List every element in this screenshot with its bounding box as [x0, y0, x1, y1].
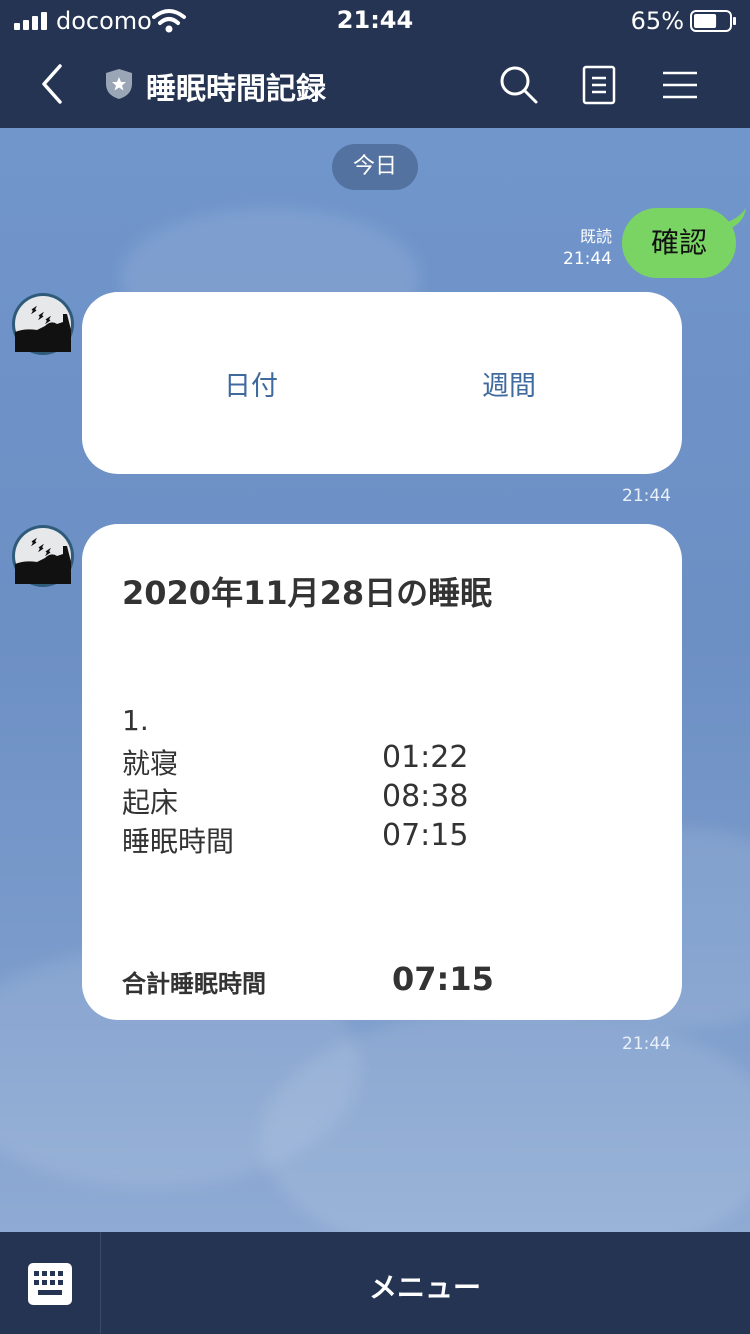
notes-icon[interactable]	[582, 65, 616, 105]
sleep-report-card: 2020年11月28日の睡眠 1. 就寝 01:22 起床 08:38 睡眠時間…	[82, 524, 682, 1020]
record-number: 1.	[122, 704, 149, 737]
sent-message-bubble[interactable]: 確認	[622, 208, 736, 278]
read-label: 既読	[579, 227, 612, 246]
chat-area[interactable]: 今日 既読 21:44 確認 日付 週間 21:44 2020年11月28日の睡…	[0, 128, 750, 1232]
chat-title: 睡眠時間記録	[146, 72, 326, 107]
option-week-button[interactable]: 週間	[482, 364, 536, 403]
top-bar: docomo 21:44 65% 睡眠時間記録	[0, 0, 750, 128]
total-sleep-value: 07:15	[392, 960, 494, 998]
sleep-avatar-icon	[15, 528, 71, 584]
bedtime-value: 01:22	[382, 740, 469, 775]
date-separator: 今日	[332, 144, 418, 190]
back-icon[interactable]	[36, 62, 70, 106]
message-time: 21:44	[622, 486, 671, 506]
rich-menu-toggle[interactable]: メニュー	[100, 1266, 750, 1306]
bot-avatar[interactable]	[12, 525, 74, 587]
sleep-duration-value: 07:15	[382, 818, 469, 853]
keyboard-icon[interactable]	[28, 1263, 72, 1305]
bot-avatar[interactable]	[12, 293, 74, 355]
report-title: 2020年11月28日の睡眠	[122, 574, 493, 612]
message-time: 21:44	[622, 1034, 671, 1054]
search-icon[interactable]	[498, 64, 540, 106]
sleep-duration-label: 睡眠時間	[122, 825, 235, 858]
verified-shield-icon	[106, 69, 132, 99]
bottom-bar: メニュー	[0, 1232, 750, 1334]
bedtime-label: 就寝	[122, 747, 179, 780]
battery-percent: 65%	[630, 7, 684, 35]
wake-label: 起床	[122, 786, 179, 819]
wake-value: 08:38	[382, 779, 469, 814]
option-date-button[interactable]: 日付	[224, 364, 278, 403]
sent-time: 21:44	[563, 249, 612, 269]
options-card: 日付 週間	[82, 292, 682, 474]
hamburger-menu-icon[interactable]	[662, 70, 698, 100]
total-sleep-label: 合計睡眠時間	[122, 970, 266, 998]
sleep-avatar-icon	[15, 296, 71, 352]
read-receipt: 既読 21:44	[563, 226, 612, 270]
status-bar: docomo 21:44 65%	[0, 0, 750, 44]
battery-icon	[690, 10, 736, 32]
